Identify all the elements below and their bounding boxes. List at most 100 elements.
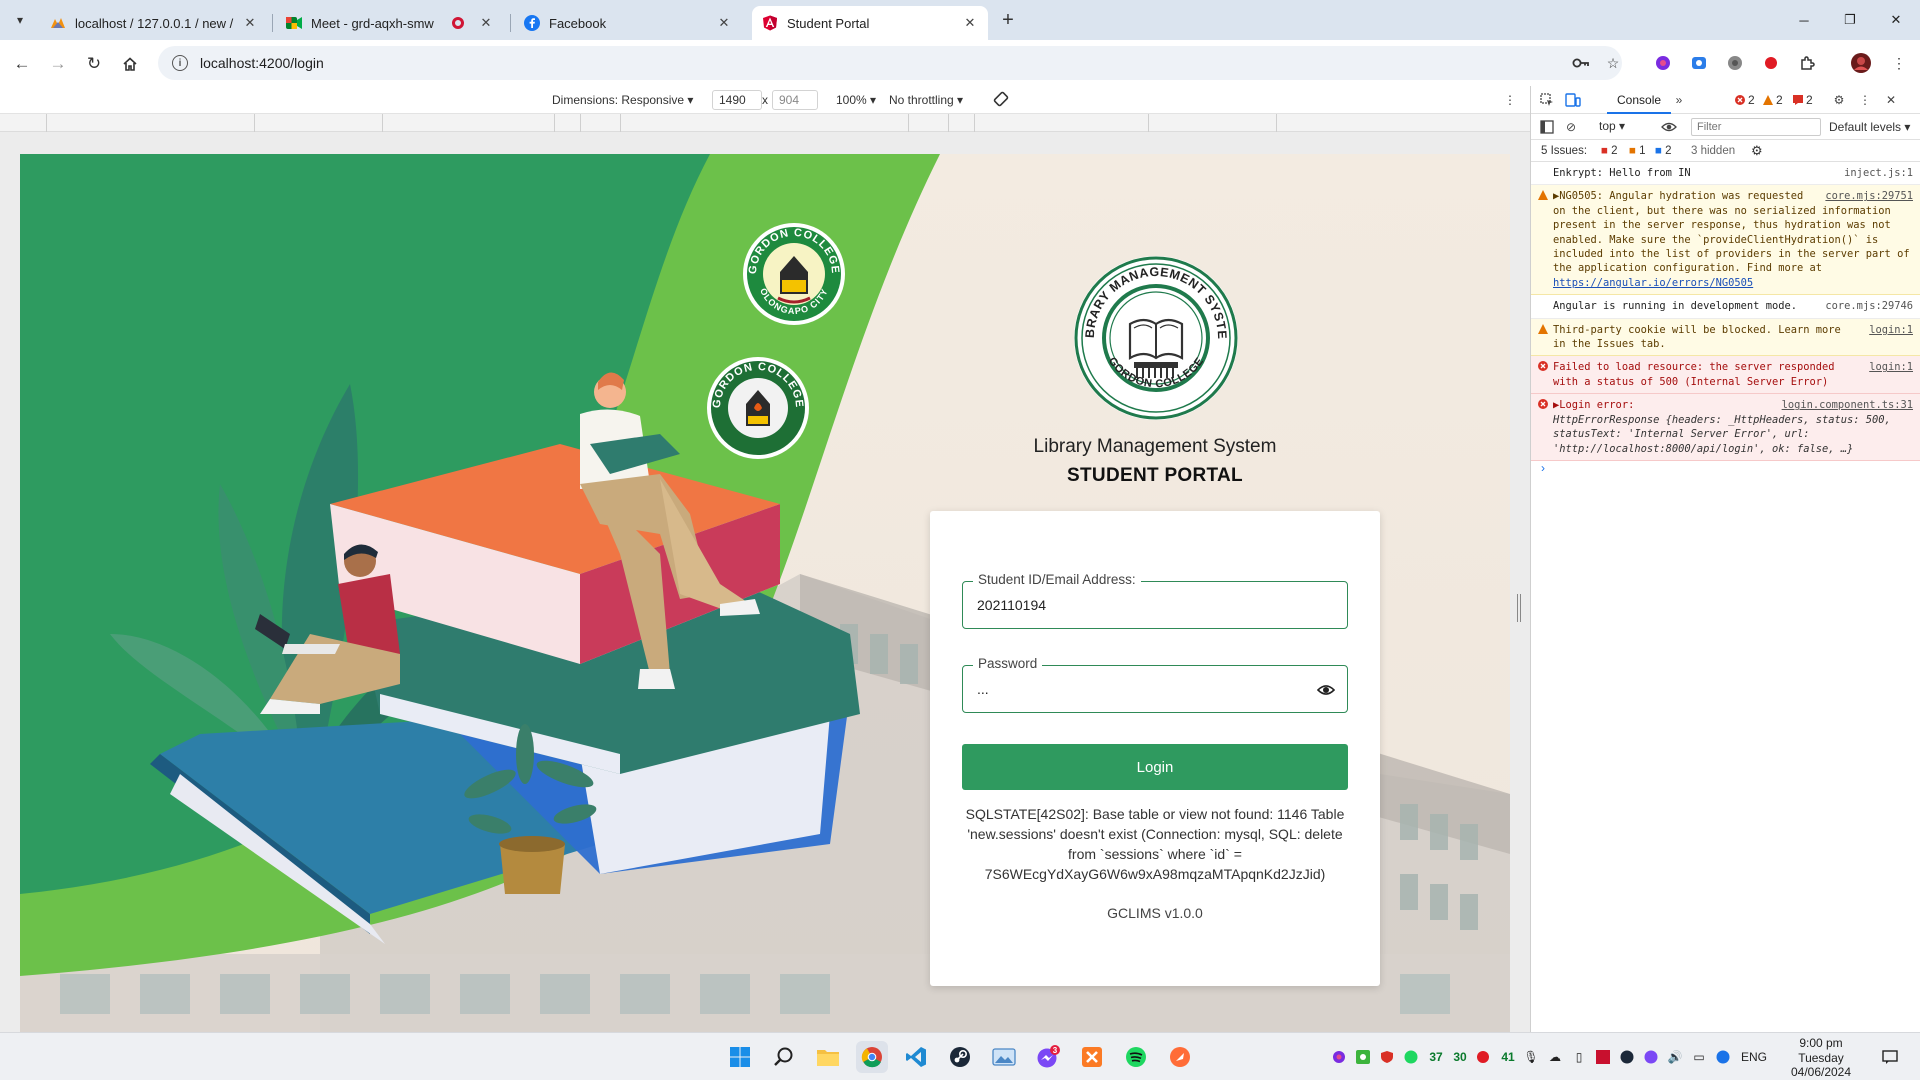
show-password-eye-icon[interactable] xyxy=(1317,681,1335,699)
tray-browser-icon[interactable] xyxy=(1714,1047,1732,1067)
tray-cloud-icon[interactable]: ☁ xyxy=(1546,1047,1564,1067)
address-bar[interactable]: i localhost:4200/login xyxy=(158,46,1622,80)
close-window-button[interactable]: ✕ xyxy=(1876,6,1916,34)
tray-color-icon[interactable] xyxy=(1330,1047,1348,1067)
tray-spotify-icon[interactable] xyxy=(1402,1047,1420,1067)
profile-avatar[interactable] xyxy=(1850,52,1872,74)
console-filter-input[interactable] xyxy=(1691,118,1821,136)
more-tabs-chevron-icon[interactable]: » xyxy=(1671,92,1687,108)
tray-temperature-gpu[interactable]: 37 xyxy=(1424,1047,1448,1067)
inspect-element-icon[interactable] xyxy=(1539,92,1555,108)
rotate-icon[interactable] xyxy=(992,90,1010,111)
windows-start-icon[interactable] xyxy=(724,1041,756,1073)
console-error[interactable]: login:1 Failed to load resource: the ser… xyxy=(1531,356,1920,395)
console-error[interactable]: login.component.ts:31 ▶Login error: Http… xyxy=(1531,394,1920,461)
login-button[interactable]: Login xyxy=(962,744,1348,790)
console-message[interactable]: core.mjs:29746 Angular is running in dev… xyxy=(1531,295,1920,319)
restore-button[interactable]: ❐ xyxy=(1830,6,1870,34)
console-message[interactable]: inject.js:1 Enkrypt: Hello from IN xyxy=(1531,162,1920,186)
new-tab-button[interactable]: + xyxy=(996,8,1020,32)
device-toolbar-more-icon[interactable]: ⋮ xyxy=(1504,93,1516,107)
devtools-menu-icon[interactable]: ⋮ xyxy=(1857,92,1873,108)
home-button[interactable] xyxy=(116,50,144,78)
error-count-badge[interactable]: 2 xyxy=(1735,93,1755,107)
file-explorer-icon[interactable] xyxy=(812,1041,844,1073)
bookmark-star-icon[interactable]: ☆ xyxy=(1602,52,1624,74)
message-source[interactable]: login.component.ts:31 xyxy=(1782,398,1913,412)
extension-screen-capture-icon[interactable] xyxy=(1688,52,1710,74)
console-warning[interactable]: core.mjs:29751 ▶NG0505: Angular hydratio… xyxy=(1531,185,1920,296)
dimensions-dropdown[interactable]: Dimensions: Responsive ▾ xyxy=(552,93,693,107)
site-info-icon[interactable]: i xyxy=(172,55,188,71)
zoom-dropdown[interactable]: 100% ▾ xyxy=(836,93,876,107)
tray-shield-icon[interactable] xyxy=(1378,1047,1396,1067)
tab-phpmyadmin[interactable]: localhost / 127.0.0.1 / new / use ✕ xyxy=(40,6,268,40)
reload-button[interactable]: ↻ xyxy=(80,50,108,78)
back-button[interactable]: ← xyxy=(8,50,36,78)
context-selector[interactable]: top ▾ xyxy=(1599,119,1625,133)
password-key-icon[interactable] xyxy=(1570,52,1592,74)
throttling-dropdown[interactable]: No throttling ▾ xyxy=(889,93,963,107)
postman-icon[interactable] xyxy=(1164,1041,1196,1073)
tab-close-icon[interactable]: ✕ xyxy=(242,15,258,31)
live-expression-eye-icon[interactable] xyxy=(1661,119,1677,135)
tray-messenger-icon[interactable] xyxy=(1642,1047,1660,1067)
message-source[interactable]: login:1 xyxy=(1869,360,1913,374)
tray-temperature-cpu[interactable]: 30 xyxy=(1448,1047,1472,1067)
extension-grey-icon[interactable] xyxy=(1724,52,1746,74)
devtools-close-icon[interactable]: ✕ xyxy=(1883,92,1899,108)
tab-search-chevron-icon[interactable]: ▾ xyxy=(8,8,32,32)
extension-record-icon[interactable] xyxy=(1760,52,1782,74)
viewport-resize-handle[interactable] xyxy=(1517,594,1521,622)
forward-button[interactable]: → xyxy=(44,50,72,78)
message-source[interactable]: core.mjs:29746 xyxy=(1825,299,1913,313)
devtools-settings-gear-icon[interactable]: ⚙ xyxy=(1831,92,1847,108)
tab-facebook[interactable]: Facebook ✕ xyxy=(514,6,742,40)
extensions-puzzle-icon[interactable] xyxy=(1796,52,1818,74)
messenger-icon[interactable]: 3 xyxy=(1032,1041,1064,1073)
issues-count-badge[interactable]: 2 xyxy=(1793,93,1813,107)
height-input[interactable]: 904 xyxy=(772,90,818,110)
tab-google-meet[interactable]: Meet - grd-aqxh-smw ✕ xyxy=(276,6,504,40)
tray-temperature-disk[interactable]: 41 xyxy=(1496,1047,1520,1067)
tab-close-icon[interactable]: ✕ xyxy=(962,15,978,31)
message-source[interactable]: login:1 xyxy=(1869,323,1913,337)
extension-enkrypt-icon[interactable] xyxy=(1652,52,1674,74)
error-detail[interactable]: HttpErrorResponse {headers: _HttpHeaders… xyxy=(1553,414,1891,455)
console-prompt-row[interactable]: › xyxy=(1531,461,1920,485)
console-warning[interactable]: login:1 Third-party cookie will be block… xyxy=(1531,318,1920,357)
tray-red-app-icon[interactable] xyxy=(1594,1047,1612,1067)
tab-close-icon[interactable]: ✕ xyxy=(478,15,494,31)
tray-nvidia-icon[interactable] xyxy=(1354,1047,1372,1067)
volume-icon[interactable]: 🔊 xyxy=(1666,1047,1684,1067)
tab-close-icon[interactable]: ✕ xyxy=(716,15,732,31)
message-source[interactable]: core.mjs:29751 xyxy=(1825,189,1913,203)
tray-steam-icon[interactable] xyxy=(1618,1047,1636,1067)
network-icon[interactable]: ▭ xyxy=(1690,1047,1708,1067)
student-id-input[interactable] xyxy=(977,594,1307,616)
chrome-icon[interactable] xyxy=(856,1041,888,1073)
tab-console[interactable]: Console xyxy=(1607,86,1672,114)
tray-microphone-icon[interactable]: 🎙 xyxy=(1522,1047,1540,1067)
warning-count-badge[interactable]: 2 xyxy=(1763,93,1783,107)
width-input[interactable]: 1490 xyxy=(712,90,762,110)
tab-student-portal[interactable]: Student Portal ✕ xyxy=(752,6,988,40)
device-toolbar-toggle-icon[interactable] xyxy=(1565,92,1581,108)
angular-error-link[interactable]: https://angular.io/errors/NG0505 xyxy=(1553,277,1753,289)
photos-icon[interactable] xyxy=(988,1041,1020,1073)
message-source[interactable]: inject.js:1 xyxy=(1844,166,1913,180)
issues-settings-gear-icon[interactable]: ⚙ xyxy=(1751,143,1763,159)
password-input[interactable] xyxy=(977,678,1307,700)
spotify-icon[interactable] xyxy=(1120,1041,1152,1073)
taskbar-search-icon[interactable] xyxy=(768,1041,800,1073)
media-query-bar[interactable] xyxy=(0,114,1530,132)
taskbar-clock[interactable]: 9:00 pm Tuesday 04/06/2024 xyxy=(1776,1036,1866,1080)
vscode-icon[interactable] xyxy=(900,1041,932,1073)
tray-usb-icon[interactable]: ▯ xyxy=(1570,1047,1588,1067)
notifications-icon[interactable] xyxy=(1878,1047,1902,1067)
xampp-icon[interactable] xyxy=(1076,1041,1108,1073)
minimize-button[interactable]: ─ xyxy=(1784,6,1824,34)
steam-icon[interactable] xyxy=(944,1041,976,1073)
browser-menu-icon[interactable]: ⋮ xyxy=(1888,52,1910,74)
tray-record-icon[interactable] xyxy=(1474,1047,1492,1067)
